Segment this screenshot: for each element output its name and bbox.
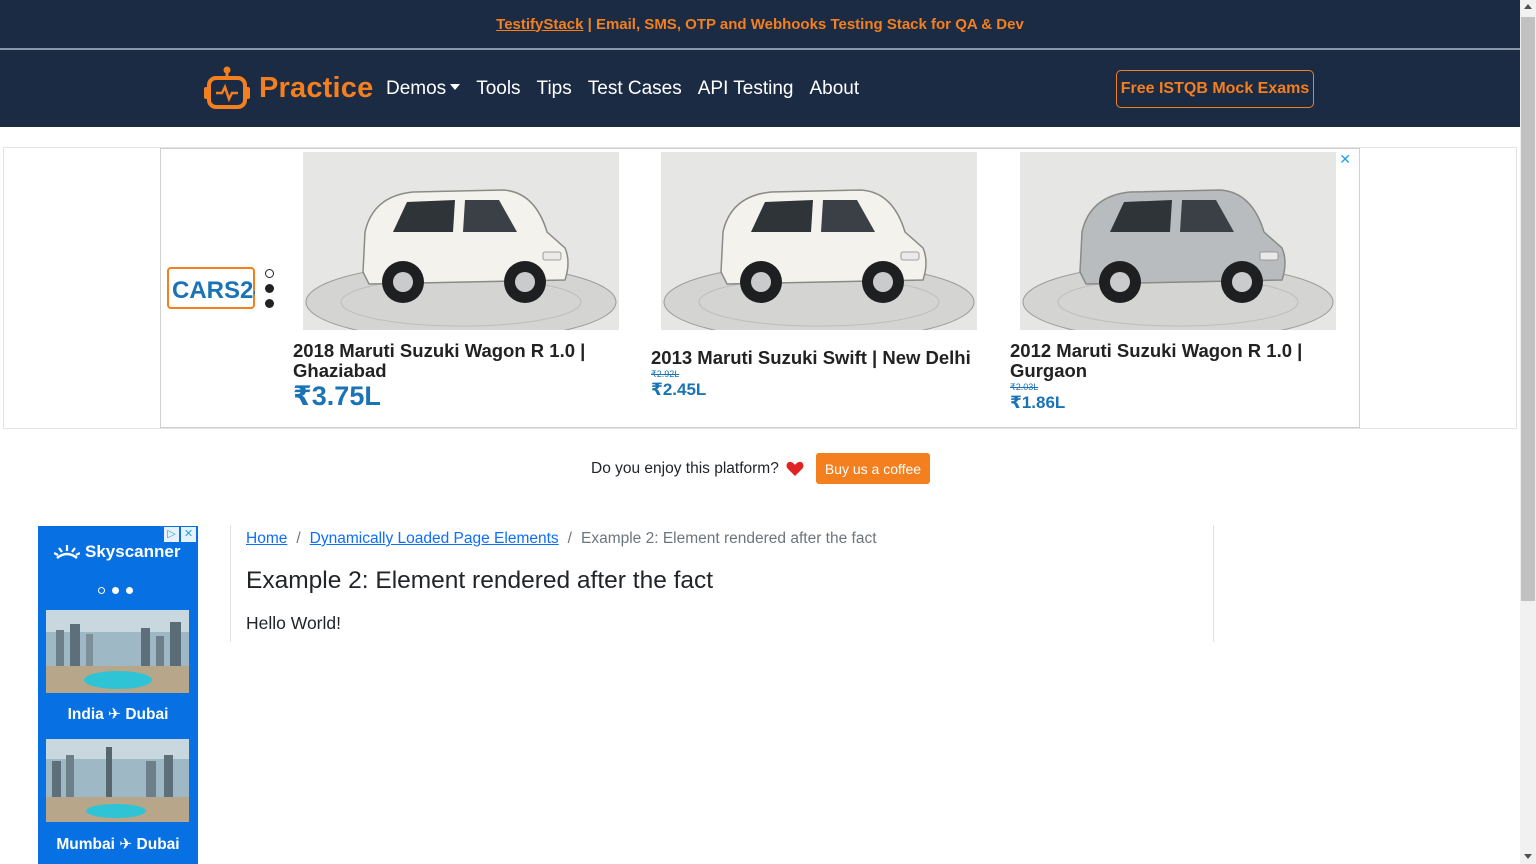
scroll-down-arrow-icon[interactable]: [1524, 854, 1532, 859]
car-photo-icon: [1020, 152, 1336, 330]
car-title: 2013 Maruti Suzuki Swift | New Delhi: [651, 347, 971, 368]
breadcrumb-separator: /: [296, 530, 301, 547]
nav-item-label: Demos: [386, 78, 447, 99]
breadcrumb-parent-link[interactable]: Dynamically Loaded Page Elements: [310, 530, 559, 548]
skyscanner-logo: Skyscanner: [54, 542, 180, 562]
city-image: [46, 610, 189, 693]
car-price: ₹1.86L: [1010, 393, 1066, 412]
carousel-dot[interactable]: [98, 587, 105, 594]
cars24-ad[interactable]: ▷ ✕ CARS24 2018 Maruti Suzuki Wagon R 1.…: [160, 148, 1360, 428]
breadcrumb-separator: /: [567, 530, 572, 547]
testifystack-link[interactable]: TestifyStack: [496, 16, 583, 33]
skyscanner-name: Skyscanner: [85, 542, 181, 561]
main-content: Home / Dynamically Loaded Page Elements …: [230, 525, 1214, 642]
svg-text:CARS24: CARS24: [172, 277, 255, 304]
caret-down-icon: [450, 84, 461, 90]
ad-info-icon[interactable]: ▷: [164, 527, 179, 542]
car-old-price: ₹2.92L: [651, 369, 680, 379]
route-label: Mumbai ✈ Dubai: [56, 836, 180, 853]
promo-bar: TestifyStack | Email, SMS, OTP and Webho…: [0, 0, 1520, 48]
carousel-dot[interactable]: [265, 299, 274, 308]
sunrise-icon: [54, 545, 80, 560]
promo-text: | Email, SMS, OTP and Webhooks Testing S…: [583, 15, 1024, 33]
cars24-logo: CARS24: [167, 267, 255, 309]
carousel-dot[interactable]: [265, 269, 274, 278]
carousel-dots: [265, 269, 274, 308]
buy-coffee-button[interactable]: Buy us a coffee: [815, 453, 931, 484]
scrollbar-thumb[interactable]: [1521, 17, 1535, 601]
car-photo-icon: [303, 152, 619, 330]
breadcrumb: Home / Dynamically Loaded Page Elements …: [246, 530, 877, 548]
nav-menu: Demos Tools Tips Test Cases API Testing …: [386, 78, 875, 100]
car-price: ₹2.45L: [651, 380, 707, 399]
brand-link[interactable]: Practice: [204, 66, 373, 110]
breadcrumb-home-link[interactable]: Home: [246, 530, 287, 548]
dubai-skyline-icon: [46, 739, 189, 822]
car-image: [303, 152, 619, 330]
car-image: [1020, 152, 1336, 330]
car-listing[interactable]: 2012 Maruti Suzuki Wagon R 1.0 | Gurgaon…: [1010, 152, 1336, 413]
carousel-dot[interactable]: [112, 587, 119, 594]
page: TestifyStack | Email, SMS, OTP and Webho…: [0, 0, 1536, 864]
nav-item-tips[interactable]: Tips: [537, 78, 572, 100]
heart-icon: [786, 461, 804, 476]
nav-item-demos[interactable]: Demos: [386, 78, 461, 100]
navbar: Practice Demos Tools Tips Test Cases API…: [0, 50, 1520, 127]
breadcrumb-current: Example 2: Element rendered after the fa…: [580, 530, 877, 547]
car-image: [661, 152, 977, 330]
car-listing[interactable]: 2013 Maruti Suzuki Swift | New Delhi ₹2.…: [651, 152, 977, 400]
rendered-message: Hello World!: [246, 613, 341, 633]
nav-item-test-cases[interactable]: Test Cases: [588, 78, 682, 100]
scroll-up-arrow-icon[interactable]: [1524, 4, 1532, 9]
nav-item-tools[interactable]: Tools: [476, 78, 520, 100]
car-photo-icon: [661, 152, 977, 330]
dubai-skyline-icon: [46, 610, 189, 693]
car-listing[interactable]: 2018 Maruti Suzuki Wagon R 1.0 | Ghaziab…: [293, 152, 619, 411]
city-image: [46, 739, 189, 822]
skyscanner-ad[interactable]: ▷ ✕ Skyscanner India ✈ Dubai Mumbai ✈ Du…: [38, 526, 198, 864]
carousel-dots: [98, 587, 133, 594]
support-row: Do you enjoy this platform? Buy us a cof…: [591, 453, 931, 484]
nav-item-api-testing[interactable]: API Testing: [698, 78, 794, 100]
car-title: 2018 Maruti Suzuki Wagon R 1.0 | Ghaziab…: [293, 340, 586, 381]
car-old-price: ₹2.03L: [1010, 382, 1039, 392]
brand-name: Practice: [259, 71, 374, 104]
ad-close-icon[interactable]: ✕: [1339, 151, 1351, 168]
car-title: 2012 Maruti Suzuki Wagon R 1.0 | Gurgaon: [1010, 340, 1303, 381]
support-question: Do you enjoy this platform?: [591, 459, 779, 477]
car-price: ₹3.75L: [293, 381, 381, 411]
ad-choices[interactable]: ▷ ✕: [164, 527, 196, 542]
page-title: Example 2: Element rendered after the fa…: [246, 567, 714, 594]
istqb-mock-exams-button[interactable]: Free ISTQB Mock Exams: [1116, 70, 1314, 108]
carousel-dot[interactable]: [126, 587, 133, 594]
ad-close-icon[interactable]: ✕: [181, 527, 196, 542]
route-label: India ✈ Dubai: [67, 706, 169, 723]
robot-logo-icon: [204, 66, 250, 109]
nav-item-about[interactable]: About: [810, 78, 860, 100]
carousel-dot[interactable]: [265, 284, 274, 293]
